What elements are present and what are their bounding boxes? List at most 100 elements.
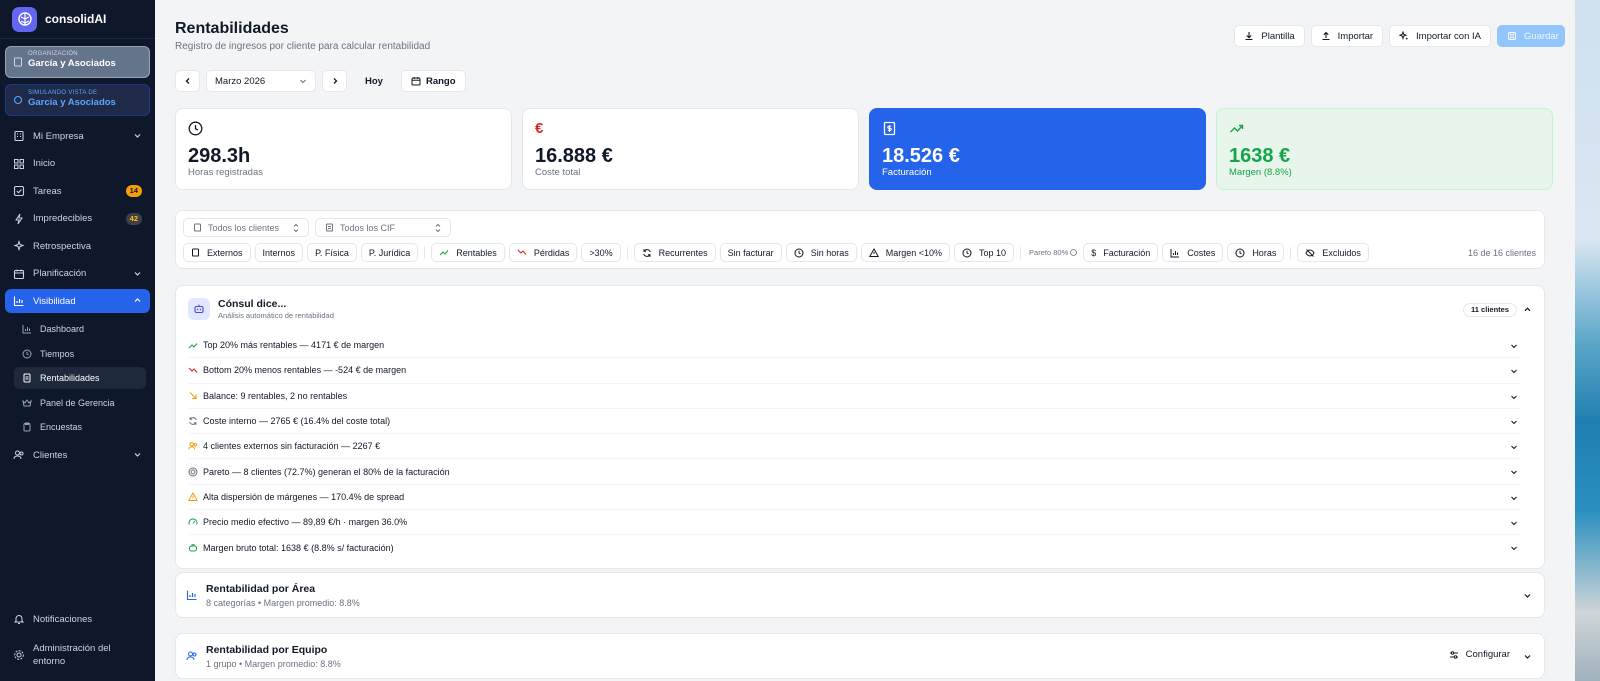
sidebar-item-notificaciones[interactable]: Notificaciones bbox=[5, 607, 150, 631]
pareto-label: Pareto 80% bbox=[1029, 248, 1078, 257]
next-month-button[interactable] bbox=[322, 70, 347, 92]
sidebar-item-mi-empresa[interactable]: Mi Empresa bbox=[5, 124, 150, 148]
sidebar-item-inicio[interactable]: Inicio bbox=[5, 152, 150, 176]
configurar-label: Configurar bbox=[1465, 649, 1510, 660]
month-select[interactable]: Marzo 2026 bbox=[206, 70, 316, 92]
sidebar-item-label: Notificaciones bbox=[33, 613, 93, 625]
filter-margen10[interactable]: Margen <10% bbox=[860, 243, 951, 262]
users-icon bbox=[188, 441, 198, 451]
insight-pareto[interactable]: Pareto — 8 clientes (72.7%) generan el 8… bbox=[188, 459, 1520, 485]
configurar-button[interactable]: Configurar bbox=[1449, 649, 1510, 660]
filter-label: Pérdidas bbox=[533, 247, 570, 258]
sidebar-subitem-label: Encuestas bbox=[40, 422, 83, 433]
warning-icon bbox=[188, 491, 198, 502]
filter-recurrentes[interactable]: Recurrentes bbox=[633, 243, 716, 262]
eye-off-icon bbox=[1305, 248, 1315, 258]
filter-pfisica[interactable]: P. Física bbox=[307, 243, 357, 262]
chevron-down-icon bbox=[133, 269, 142, 278]
insight-text: 4 clientes externos sin facturación — 22… bbox=[203, 441, 381, 452]
filter-pjuridica[interactable]: P. Jurídica bbox=[360, 243, 419, 262]
filter-externos[interactable]: Externos bbox=[183, 243, 251, 262]
guardar-button[interactable]: Guardar bbox=[1497, 25, 1565, 47]
page-title: Rentabilidades bbox=[175, 20, 289, 37]
calendar-icon bbox=[13, 268, 25, 280]
importar-label: Importar bbox=[1337, 30, 1374, 42]
bolt-icon bbox=[13, 213, 25, 225]
sidebar-item-impredecibles[interactable]: Impredecibles 42 bbox=[5, 207, 150, 231]
sidebar-item-visibilidad[interactable]: Visibilidad bbox=[5, 289, 150, 313]
insight-precio-medio[interactable]: Precio medio efectivo — 89,89 €/h · marg… bbox=[188, 510, 1520, 536]
insight-top20[interactable]: Top 20% más rentables — 4171 € de margen bbox=[188, 333, 1520, 359]
insight-dispersion[interactable]: Alta dispersión de márgenes — 170.4% de … bbox=[188, 485, 1520, 511]
filter-top10[interactable]: Top 10 bbox=[954, 243, 1015, 262]
filter-internos[interactable]: Internos bbox=[254, 243, 304, 262]
stat-cards: 298.3h Horas registradas € 16.888 € Cost… bbox=[175, 108, 1553, 190]
insight-coste-interno[interactable]: Coste interno — 2765 € (16.4% del coste … bbox=[188, 409, 1520, 435]
sidebar-item-planificacion[interactable]: Planificación bbox=[5, 262, 150, 286]
hoy-button[interactable]: Hoy bbox=[357, 70, 391, 92]
trending-down-icon bbox=[188, 366, 198, 375]
sidebar-item-retrospectiva[interactable]: Retrospectiva bbox=[5, 234, 150, 258]
filter-sin-horas[interactable]: Sin horas bbox=[785, 243, 857, 262]
plantilla-button[interactable]: Plantilla bbox=[1234, 25, 1305, 47]
importar-ia-button[interactable]: Importar con IA bbox=[1389, 25, 1491, 47]
filter-perdidas[interactable]: Pérdidas bbox=[508, 243, 578, 262]
pareto-text: Pareto 80% bbox=[1029, 248, 1069, 257]
filter-excluidos[interactable]: Excluidos bbox=[1297, 243, 1369, 262]
header-actions: Plantilla Importar Importar con IA Guard… bbox=[1234, 25, 1565, 47]
bell-icon bbox=[13, 613, 25, 625]
clock-icon bbox=[22, 349, 32, 359]
filter-label: Rentables bbox=[456, 247, 497, 258]
clock-icon bbox=[794, 248, 804, 258]
filter-rentables[interactable]: Rentables bbox=[431, 243, 505, 262]
clientes-select[interactable]: Todos los clientes bbox=[183, 218, 309, 237]
insight-text: Coste interno — 2765 € (16.4% del coste … bbox=[203, 416, 391, 427]
filter-horas[interactable]: Horas bbox=[1227, 243, 1285, 262]
brand[interactable]: consolidAI bbox=[0, 0, 155, 39]
sidebar-subitem-encuestas[interactable]: Encuestas bbox=[14, 416, 146, 438]
chevron-up-icon[interactable] bbox=[1523, 305, 1532, 314]
stat-horas: 298.3h Horas registradas bbox=[175, 108, 512, 190]
filter-costes[interactable]: Costes bbox=[1162, 243, 1224, 262]
arrow-down-right-icon bbox=[188, 391, 198, 400]
filters-panel: Todos los clientes Todos los CIF Externo… bbox=[175, 210, 1545, 269]
sidebar-subitem-dashboard[interactable]: Dashboard bbox=[14, 318, 146, 340]
filter-sin-facturar[interactable]: Sin facturar bbox=[719, 243, 782, 262]
filter-label: Facturación bbox=[1103, 247, 1151, 258]
checkbox-icon bbox=[13, 185, 25, 197]
filter-facturacion[interactable]: $ Facturación bbox=[1083, 243, 1159, 262]
sidebar-subitem-rentabilidades[interactable]: Rentabilidades bbox=[14, 367, 146, 390]
rentabilidad-area-section[interactable]: Rentabilidad por Área 8 categorías • Mar… bbox=[175, 572, 1545, 618]
cif-select[interactable]: Todos los CIF bbox=[315, 218, 451, 237]
clipboard-icon bbox=[22, 422, 32, 432]
insight-margen-bruto[interactable]: Margen bruto total: 1638 € (8.8% s/ fact… bbox=[188, 535, 1520, 560]
chevron-down-icon bbox=[1510, 468, 1518, 476]
sidebar-item-admin[interactable]: Administración del entorno bbox=[5, 639, 150, 671]
chevron-right-icon bbox=[331, 77, 339, 85]
simulating-card[interactable]: SIMULANDO VISTA DE García y Asociados bbox=[5, 84, 150, 116]
chevron-down-icon bbox=[133, 131, 142, 140]
sidebar-item-clientes[interactable]: Clientes bbox=[5, 443, 150, 467]
bar-chart-icon bbox=[13, 295, 25, 307]
sidebar-item-tareas[interactable]: Tareas 14 bbox=[5, 179, 150, 203]
filter-label: Sin horas bbox=[810, 247, 849, 258]
sidebar-item-label: Visibilidad bbox=[33, 295, 76, 307]
sidebar-subitem-panel-gerencia[interactable]: Panel de Gerencia bbox=[14, 392, 146, 414]
filter-mas30[interactable]: >30% bbox=[581, 243, 621, 262]
importar-button[interactable]: Importar bbox=[1310, 25, 1384, 47]
filter-label: >30% bbox=[589, 247, 613, 258]
rentabilidad-equipo-section[interactable]: Rentabilidad por Equipo 1 grupo • Margen… bbox=[175, 633, 1545, 679]
sidebar-item-label: Impredecibles bbox=[33, 213, 93, 224]
insight-sin-facturacion[interactable]: 4 clientes externos sin facturación — 22… bbox=[188, 434, 1520, 460]
bot-icon bbox=[188, 298, 210, 320]
rango-button[interactable]: Rango bbox=[400, 70, 466, 92]
filter-label: Costes bbox=[1187, 247, 1216, 258]
divider bbox=[1290, 246, 1292, 259]
prev-month-button[interactable] bbox=[175, 70, 200, 92]
insight-text: Pareto — 8 clientes (72.7%) generan el 8… bbox=[203, 466, 450, 477]
insight-balance[interactable]: Balance: 9 rentables, 2 no rentables bbox=[188, 384, 1520, 409]
sidebar-bottom: Notificaciones Administración del entorn… bbox=[0, 607, 155, 681]
sidebar-subitem-tiempos[interactable]: Tiempos bbox=[14, 343, 146, 365]
org-switcher[interactable]: ORGANIZACIÓN García y Asociados bbox=[5, 46, 150, 78]
insight-bottom20[interactable]: Bottom 20% menos rentables — -524 € de m… bbox=[188, 358, 1520, 384]
